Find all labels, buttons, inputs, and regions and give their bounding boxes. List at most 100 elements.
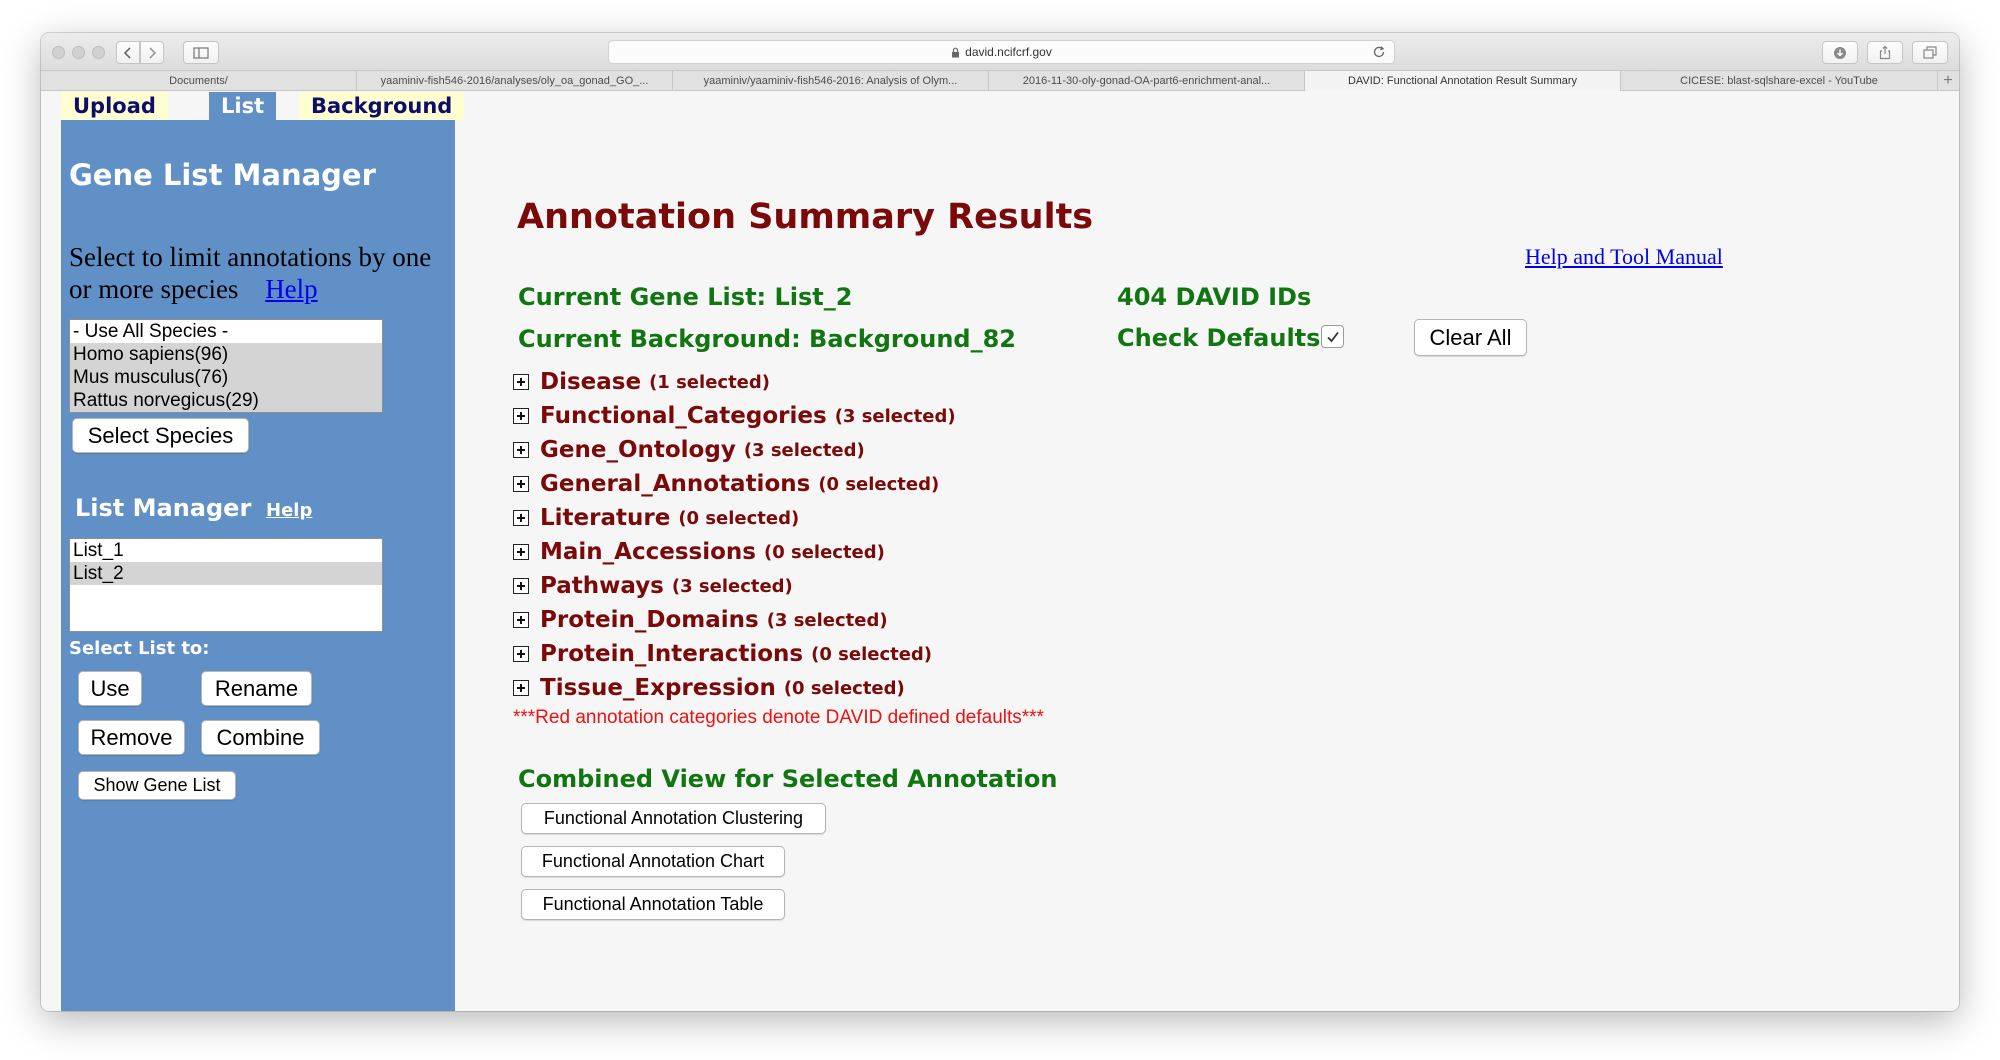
functional-annotation-table-button[interactable]: Functional Annotation Table bbox=[521, 889, 785, 920]
category-name[interactable]: Gene_Ontology bbox=[540, 437, 736, 463]
species-listbox[interactable]: - Use All Species - Homo sapiens(96) Mus… bbox=[69, 319, 383, 413]
current-background: Current Background: Background_82 bbox=[518, 325, 1016, 353]
category-count: (3 selected) bbox=[671, 575, 793, 597]
expand-plus-icon[interactable] bbox=[513, 476, 529, 492]
expand-plus-icon[interactable] bbox=[513, 544, 529, 560]
species-option[interactable]: Rattus norvegicus(29) bbox=[70, 389, 382, 412]
species-description-text: Select to limit annotations by one or mo… bbox=[69, 242, 432, 304]
gene-list-option[interactable]: List_2 bbox=[70, 562, 382, 585]
help-tool-manual-link[interactable]: Help and Tool Manual bbox=[1525, 244, 1723, 270]
page-title: Annotation Summary Results bbox=[517, 197, 1094, 237]
chevron-left-icon bbox=[123, 46, 131, 59]
gene-list-manager-sidebar: Gene List Manager Select to limit annota… bbox=[61, 120, 455, 1011]
category-disease[interactable]: Disease (1 selected) bbox=[513, 365, 956, 399]
expand-plus-icon[interactable] bbox=[513, 374, 529, 390]
clear-all-button[interactable]: Clear All bbox=[1414, 319, 1527, 356]
browser-tab-label: 2016-11-30-oly-gonad-OA-part6-enrichment… bbox=[1022, 75, 1271, 87]
browser-tab-label: DAVID: Functional Annotation Result Summ… bbox=[1347, 75, 1578, 87]
share-button[interactable] bbox=[1867, 41, 1903, 64]
url-text: david.ncifcrf.gov bbox=[965, 45, 1052, 59]
category-count: (3 selected) bbox=[766, 609, 888, 631]
sidebar-icon bbox=[193, 46, 209, 59]
back-button[interactable] bbox=[116, 41, 140, 64]
close-window-icon[interactable] bbox=[52, 46, 65, 59]
tabs-icon bbox=[1923, 46, 1937, 59]
expand-plus-icon[interactable] bbox=[513, 646, 529, 662]
category-gene-ontology[interactable]: Gene_Ontology (3 selected) bbox=[513, 433, 956, 467]
browser-tab[interactable]: yaaminiv/yaaminiv-fish546-2016: Analysis… bbox=[673, 71, 989, 91]
browser-tab-label: Documents/ bbox=[169, 75, 228, 87]
browser-tab[interactable]: 2016-11-30-oly-gonad-OA-part6-enrichment… bbox=[989, 71, 1305, 91]
category-name[interactable]: Protein_Interactions bbox=[540, 641, 803, 667]
category-general-annotations[interactable]: General_Annotations (0 selected) bbox=[513, 467, 956, 501]
reload-icon[interactable] bbox=[1372, 45, 1386, 59]
browser-tab-bar: Documents/ yaaminiv-fish546-2016/analyse… bbox=[41, 71, 1959, 91]
list-manager-title: List Manager bbox=[75, 494, 252, 522]
category-name[interactable]: Literature bbox=[540, 505, 670, 531]
browser-tab[interactable]: Documents/ bbox=[41, 71, 357, 91]
browser-tab-active[interactable]: DAVID: Functional Annotation Result Summ… bbox=[1305, 71, 1621, 91]
address-bar[interactable]: david.ncifcrf.gov bbox=[608, 40, 1395, 64]
downloads-button[interactable] bbox=[1822, 41, 1858, 64]
species-option[interactable]: Mus musculus(76) bbox=[70, 366, 382, 389]
category-protein-interactions[interactable]: Protein_Interactions (0 selected) bbox=[513, 637, 956, 671]
list-manager-help-link[interactable]: Help bbox=[266, 500, 312, 521]
combined-view-title: Combined View for Selected Annotation bbox=[518, 765, 1058, 793]
category-tissue-expression[interactable]: Tissue_Expression (0 selected) bbox=[513, 671, 956, 705]
zoom-window-icon[interactable] bbox=[92, 46, 105, 59]
category-protein-domains[interactable]: Protein_Domains (3 selected) bbox=[513, 603, 956, 637]
tab-list[interactable]: List bbox=[209, 92, 277, 120]
expand-plus-icon[interactable] bbox=[513, 442, 529, 458]
combine-button[interactable]: Combine bbox=[201, 720, 320, 755]
category-name[interactable]: Pathways bbox=[540, 573, 664, 599]
category-name[interactable]: General_Annotations bbox=[540, 471, 810, 497]
category-count: (0 selected) bbox=[783, 677, 905, 699]
minimize-window-icon[interactable] bbox=[72, 46, 85, 59]
rename-button[interactable]: Rename bbox=[201, 671, 312, 706]
category-name[interactable]: Protein_Domains bbox=[540, 607, 759, 633]
check-defaults-checkbox[interactable] bbox=[1321, 325, 1344, 348]
category-name[interactable]: Main_Accessions bbox=[540, 539, 756, 565]
tab-upload[interactable]: Upload bbox=[61, 92, 168, 120]
expand-plus-icon[interactable] bbox=[513, 510, 529, 526]
category-name[interactable]: Disease bbox=[540, 369, 641, 395]
expand-plus-icon[interactable] bbox=[513, 578, 529, 594]
category-name[interactable]: Tissue_Expression bbox=[540, 675, 776, 701]
browser-window: david.ncifcrf.gov Documents/ yaaminiv-fi… bbox=[41, 33, 1959, 1011]
category-functional-categories[interactable]: Functional_Categories (3 selected) bbox=[513, 399, 956, 433]
expand-plus-icon[interactable] bbox=[513, 408, 529, 424]
category-count: (0 selected) bbox=[811, 643, 933, 665]
browser-toolbar: david.ncifcrf.gov bbox=[41, 33, 1959, 71]
functional-annotation-chart-button[interactable]: Functional Annotation Chart bbox=[521, 846, 785, 877]
david-ids-count: 404 DAVID IDs bbox=[1117, 283, 1312, 311]
functional-annotation-clustering-button[interactable]: Functional Annotation Clustering bbox=[521, 803, 826, 834]
category-pathways[interactable]: Pathways (3 selected) bbox=[513, 569, 956, 603]
current-gene-list: Current Gene List: List_2 bbox=[518, 283, 853, 311]
select-species-button[interactable]: Select Species bbox=[72, 418, 249, 453]
share-icon bbox=[1879, 45, 1891, 60]
remove-button[interactable]: Remove bbox=[78, 720, 185, 755]
tab-overview-button[interactable] bbox=[1912, 41, 1948, 64]
species-option[interactable]: Homo sapiens(96) bbox=[70, 343, 382, 366]
browser-tab[interactable]: yaaminiv-fish546-2016/analyses/oly_oa_go… bbox=[357, 71, 673, 91]
select-list-label: Select List to: bbox=[69, 638, 210, 659]
new-tab-button[interactable]: + bbox=[1938, 71, 1958, 91]
browser-tab[interactable]: CICESE: blast-sqlshare-excel - YouTube bbox=[1621, 71, 1938, 91]
category-literature[interactable]: Literature (0 selected) bbox=[513, 501, 956, 535]
category-name[interactable]: Functional_Categories bbox=[540, 403, 827, 429]
category-count: (3 selected) bbox=[743, 439, 865, 461]
show-gene-list-button[interactable]: Show Gene List bbox=[78, 771, 236, 800]
species-help-link[interactable]: Help bbox=[265, 274, 317, 304]
use-button[interactable]: Use bbox=[78, 671, 142, 706]
category-count: (3 selected) bbox=[834, 405, 956, 427]
category-main-accessions[interactable]: Main_Accessions (0 selected) bbox=[513, 535, 956, 569]
expand-plus-icon[interactable] bbox=[513, 612, 529, 628]
gene-list-option[interactable]: List_1 bbox=[70, 539, 382, 562]
gene-lists-listbox[interactable]: List_1 List_2 bbox=[69, 538, 383, 632]
tab-background[interactable]: Background bbox=[299, 92, 465, 120]
species-option[interactable]: - Use All Species - bbox=[70, 320, 382, 343]
sidebar-toggle-button[interactable] bbox=[183, 41, 219, 64]
forward-button[interactable] bbox=[140, 41, 164, 64]
expand-plus-icon[interactable] bbox=[513, 680, 529, 696]
defaults-note: ***Red annotation categories denote DAVI… bbox=[513, 707, 1044, 728]
